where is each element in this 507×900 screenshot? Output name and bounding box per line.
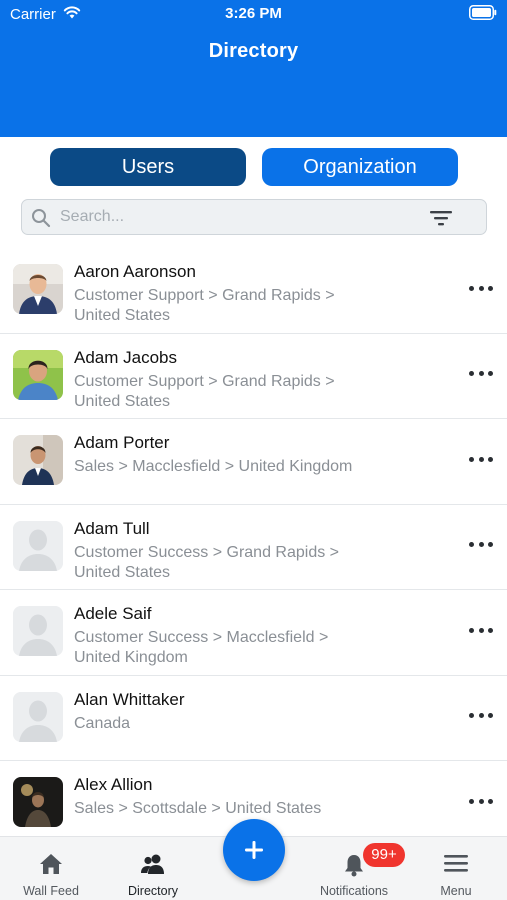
avatar bbox=[13, 520, 63, 571]
battery-icon bbox=[469, 5, 497, 20]
person-photo-icon bbox=[13, 435, 63, 485]
people-icon bbox=[141, 854, 164, 874]
list-item[interactable]: Adam Porter Sales > Macclesfield > Unite… bbox=[0, 419, 507, 505]
avatar bbox=[13, 264, 63, 314]
avatar bbox=[13, 435, 63, 485]
list-item[interactable]: Aaron Aaronson Customer Support > Grand … bbox=[0, 248, 507, 334]
tab-menu[interactable]: Menu bbox=[425, 837, 487, 900]
avatar bbox=[13, 777, 63, 827]
person-name: Alex Allion bbox=[74, 775, 153, 794]
person-name: Adam Porter bbox=[74, 433, 170, 452]
app-header: Carrier 3:26 PM Directory bbox=[0, 0, 507, 137]
person-photo-icon bbox=[13, 264, 63, 314]
person-name: Adam Tull bbox=[74, 518, 150, 538]
list-item[interactable]: Adele Saif Customer Success > Macclesfie… bbox=[0, 590, 507, 676]
person-name: Adam Jacobs bbox=[74, 347, 177, 367]
plus-icon bbox=[245, 841, 263, 859]
default-avatar-icon bbox=[13, 691, 63, 742]
person-detail: Customer Success > Grand Rapids > United… bbox=[74, 543, 340, 581]
people-list: Aaron Aaronson Customer Support > Grand … bbox=[0, 248, 507, 847]
person-name: Alan Whittaker bbox=[74, 689, 185, 709]
more-icon[interactable] bbox=[469, 449, 493, 469]
person-detail: Customer Success > Macclesfield > United… bbox=[74, 629, 329, 666]
more-icon[interactable] bbox=[469, 791, 493, 811]
person-photo-icon bbox=[13, 349, 63, 400]
more-icon[interactable] bbox=[469, 620, 493, 640]
more-icon[interactable] bbox=[469, 706, 493, 726]
person-detail: Sales > Macclesfield > United Kingdom bbox=[74, 458, 353, 475]
users-tab-button[interactable]: Users bbox=[50, 148, 246, 186]
person-detail: Customer Support > Grand Rapids > United… bbox=[74, 287, 335, 324]
avatar bbox=[13, 691, 63, 742]
more-icon[interactable] bbox=[469, 364, 493, 384]
tab-directory[interactable]: Directory bbox=[113, 837, 193, 900]
tab-label: Wall Feed bbox=[23, 884, 79, 898]
default-avatar-icon bbox=[13, 606, 63, 656]
add-button[interactable] bbox=[223, 819, 285, 881]
list-item[interactable]: Alan Whittaker Canada bbox=[0, 676, 507, 761]
avatar bbox=[13, 606, 63, 656]
search-icon bbox=[32, 209, 51, 228]
list-item[interactable]: Adam Jacobs Customer Support > Grand Rap… bbox=[0, 334, 507, 419]
hamburger-icon bbox=[444, 855, 468, 872]
more-icon[interactable] bbox=[469, 535, 493, 555]
search-bar bbox=[21, 199, 487, 235]
person-detail: Sales > Scottsdale > United States bbox=[74, 800, 322, 817]
status-bar: Carrier 3:26 PM bbox=[0, 0, 507, 28]
home-icon bbox=[40, 854, 62, 874]
person-name: Aaron Aaronson bbox=[74, 262, 196, 281]
search-input[interactable] bbox=[60, 200, 420, 234]
bell-icon bbox=[345, 855, 363, 877]
default-avatar-icon bbox=[13, 520, 63, 571]
more-icon[interactable] bbox=[469, 278, 493, 298]
organization-tab-button[interactable]: Organization bbox=[262, 148, 458, 186]
tab-label: Directory bbox=[127, 884, 178, 898]
person-detail: Customer Support > Grand Rapids > United… bbox=[74, 372, 335, 410]
status-time: 3:26 PM bbox=[225, 5, 282, 22]
avatar bbox=[13, 349, 63, 400]
filter-icon[interactable] bbox=[430, 210, 452, 226]
list-item[interactable]: Adam Tull Customer Success > Grand Rapid… bbox=[0, 505, 507, 590]
tab-label: Notifications bbox=[319, 884, 389, 898]
tab-wall-feed[interactable]: Wall Feed bbox=[12, 837, 90, 900]
person-photo-icon bbox=[13, 777, 63, 827]
page-title: Directory bbox=[208, 40, 299, 62]
person-name: Adele Saif bbox=[74, 604, 152, 623]
tab-label: Menu bbox=[440, 884, 472, 898]
notification-badge: 99+ bbox=[363, 843, 405, 867]
person-detail: Canada bbox=[74, 714, 131, 732]
